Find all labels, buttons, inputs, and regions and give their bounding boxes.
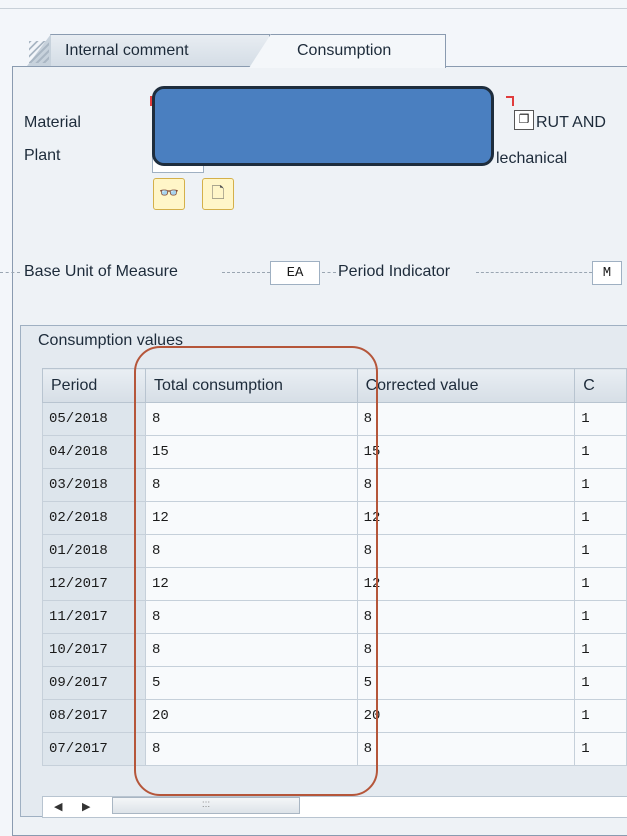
scrollbar-thumb[interactable]: :::	[112, 797, 300, 814]
partial-cell[interactable]: 1	[574, 666, 627, 700]
corrected-value-cell[interactable]: 8	[356, 402, 576, 436]
partial-cell[interactable]: 1	[574, 699, 627, 733]
corrected-value-cell[interactable]: 12	[356, 501, 576, 535]
tab-label: Consumption	[297, 42, 392, 59]
material-label: Material	[24, 114, 81, 131]
corrected-value-cell[interactable]: 8	[356, 534, 576, 568]
dotted-leader	[222, 272, 270, 273]
dotted-leader	[476, 272, 592, 273]
dotted-leader	[322, 272, 336, 273]
tab-label: Internal comment	[65, 42, 189, 59]
tab-internal-comment[interactable]: Internal comment	[27, 34, 270, 66]
total-consumption-cell[interactable]: 8	[144, 468, 358, 502]
column-header-partial[interactable]: C	[574, 368, 627, 403]
table-row[interactable]: 07/2017 8 8 1	[42, 732, 627, 766]
total-consumption-cell[interactable]: 5	[144, 666, 358, 700]
period-indicator-label: Period Indicator	[338, 263, 451, 280]
partial-cell[interactable]: 1	[574, 501, 627, 535]
table-header-row: Period Total consumption Corrected value…	[42, 368, 627, 403]
redacted-material-block	[152, 86, 494, 166]
total-consumption-cell[interactable]: 12	[144, 567, 358, 601]
period-cell: 01/2018	[42, 534, 146, 568]
period-indicator-field[interactable]: M	[592, 261, 622, 285]
dotted-leader	[0, 272, 20, 273]
glasses-icon[interactable]: 👓	[153, 178, 185, 210]
top-separator	[0, 8, 627, 9]
total-consumption-cell[interactable]: 8	[144, 732, 358, 766]
period-cell: 05/2018	[42, 402, 146, 436]
tab-consumption[interactable]: Consumption	[249, 34, 446, 68]
base-uom-label: Base Unit of Measure	[24, 263, 182, 281]
base-uom-field[interactable]: EA	[270, 261, 320, 285]
column-header-corrected-value[interactable]: Corrected value	[356, 368, 576, 403]
total-consumption-cell[interactable]: 12	[144, 501, 358, 535]
scroll-right-icon[interactable]: ▶	[82, 800, 90, 813]
table-row[interactable]: 12/2017 12 12 1	[42, 567, 627, 601]
corrected-value-cell[interactable]: 5	[356, 666, 576, 700]
partial-cell[interactable]: 1	[574, 732, 627, 766]
partial-cell[interactable]: 1	[574, 534, 627, 568]
corrected-value-cell[interactable]: 20	[356, 699, 576, 733]
plant-description: lechanical	[496, 150, 568, 167]
tab-hatch-decoration	[29, 41, 49, 63]
required-marker	[506, 96, 514, 106]
corrected-value-cell[interactable]: 12	[356, 567, 576, 601]
corrected-value-cell[interactable]: 8	[356, 732, 576, 766]
copy-icon[interactable]: ❐	[514, 110, 534, 130]
table-row[interactable]: 11/2017 8 8 1	[42, 600, 627, 634]
partial-cell[interactable]: 1	[574, 600, 627, 634]
period-cell: 09/2017	[42, 666, 146, 700]
consumption-values-title: Consumption values	[38, 332, 183, 349]
corrected-value-cell[interactable]: 8	[356, 600, 576, 634]
period-cell: 08/2017	[42, 699, 146, 733]
table-row[interactable]: 10/2017 8 8 1	[42, 633, 627, 667]
table-row[interactable]: 08/2017 20 20 1	[42, 699, 627, 733]
table-row[interactable]: 04/2018 15 15 1	[42, 435, 627, 469]
column-header-total-consumption[interactable]: Total consumption	[144, 368, 358, 403]
period-cell: 03/2018	[42, 468, 146, 502]
period-cell: 07/2017	[42, 732, 146, 766]
corrected-value-cell[interactable]: 15	[356, 435, 576, 469]
total-consumption-cell[interactable]: 8	[144, 402, 358, 436]
partial-cell[interactable]: 1	[574, 567, 627, 601]
partial-cell[interactable]: 1	[574, 435, 627, 469]
partial-cell[interactable]: 1	[574, 633, 627, 667]
corrected-value-cell[interactable]: 8	[356, 633, 576, 667]
table-row[interactable]: 09/2017 5 5 1	[42, 666, 627, 700]
table-row[interactable]: 03/2018 8 8 1	[42, 468, 627, 502]
material-description: RUT AND	[536, 114, 606, 131]
partial-cell[interactable]: 1	[574, 468, 627, 502]
total-consumption-cell[interactable]: 15	[144, 435, 358, 469]
document-icon[interactable]: 🗋	[202, 178, 234, 210]
total-consumption-cell[interactable]: 20	[144, 699, 358, 733]
total-consumption-cell[interactable]: 8	[144, 600, 358, 634]
corrected-value-cell[interactable]: 8	[356, 468, 576, 502]
period-cell: 12/2017	[42, 567, 146, 601]
consumption-table: Period Total consumption Corrected value…	[42, 368, 627, 766]
period-cell: 04/2018	[42, 435, 146, 469]
table-row[interactable]: 02/2018 12 12 1	[42, 501, 627, 535]
column-header-period[interactable]: Period	[42, 368, 146, 403]
total-consumption-cell[interactable]: 8	[144, 534, 358, 568]
scroll-left-icon[interactable]: ◀	[54, 800, 62, 813]
table-row[interactable]: 05/2018 8 8 1	[42, 402, 627, 436]
period-cell: 10/2017	[42, 633, 146, 667]
table-row[interactable]: 01/2018 8 8 1	[42, 534, 627, 568]
total-consumption-cell[interactable]: 8	[144, 633, 358, 667]
plant-label: Plant	[24, 147, 61, 164]
period-cell: 02/2018	[42, 501, 146, 535]
partial-cell[interactable]: 1	[574, 402, 627, 436]
period-cell: 11/2017	[42, 600, 146, 634]
